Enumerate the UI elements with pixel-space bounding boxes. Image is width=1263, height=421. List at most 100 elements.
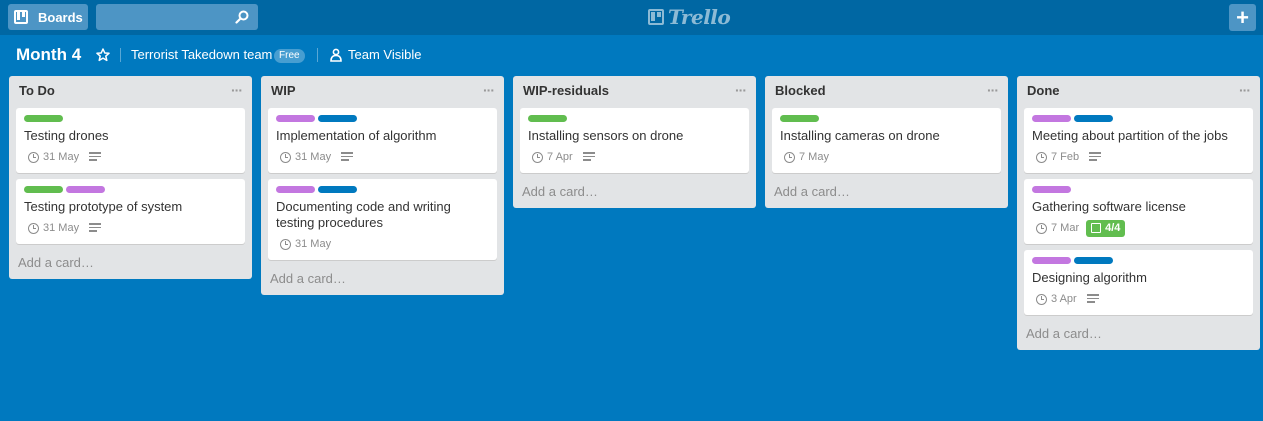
list-header[interactable]: Blocked ··· [765,76,1008,105]
due-date: 7 May [799,151,829,163]
label-blue [1074,115,1113,122]
header-divider [317,48,318,62]
description-icon [341,152,354,162]
boards-button[interactable]: Boards [8,4,88,30]
due-date: 31 May [43,222,80,234]
clock-icon [280,238,291,250]
clock-icon [784,151,795,163]
label-blue [318,115,357,122]
list-title: WIP [271,83,296,98]
visibility-button[interactable]: Team Visible [348,47,421,62]
card-labels [276,115,489,122]
card[interactable]: Implementation of algorithm 31 May [268,108,497,173]
clock-icon [532,151,543,163]
card[interactable]: Installing cameras on drone 7 May [772,108,1001,173]
card-badges: 7 Mar 4/4 [1032,219,1245,237]
due-date: 7 Apr [547,151,573,163]
card[interactable]: Designing algorithm 3 Apr [1024,250,1253,315]
list-blocked: Blocked ··· Installing cameras on drone … [765,76,1008,208]
card-title: Documenting code and writing testing pro… [276,199,451,230]
list-to-do: To Do ··· Testing drones 31 May Testing … [9,76,252,279]
list-menu-icon[interactable]: ··· [231,82,243,98]
due-date: 31 May [295,151,332,163]
header-divider [120,48,121,62]
label-green [780,115,819,122]
search-box[interactable] [96,4,258,30]
label-purple [1032,115,1071,122]
checkbox-icon [1091,223,1102,233]
card[interactable]: Installing sensors on drone 7 Apr [520,108,749,173]
card-labels [276,186,489,193]
add-button[interactable]: + [1229,4,1256,31]
checklist-badge: 4/4 [1086,219,1126,237]
list-done: Done ··· Meeting about partition of the … [1017,76,1260,350]
label-green [528,115,567,122]
add-card-button[interactable]: Add a card… [261,266,504,295]
card-badges: 31 May [276,149,489,165]
search-input[interactable] [96,4,258,30]
card-badges: 3 Apr [1032,291,1245,307]
description-icon [1086,294,1099,304]
label-green [24,186,63,193]
label-purple [1032,257,1071,264]
due-date-badge: 3 Apr [1036,293,1077,305]
card[interactable]: Gathering software license 7 Mar 4/4 [1024,179,1253,244]
add-card-button[interactable]: Add a card… [513,179,756,208]
trello-logo-text: Trello [668,5,731,29]
card-labels [24,115,237,122]
clock-icon [1036,293,1047,305]
list-header[interactable]: WIP ··· [261,76,504,105]
card-title: Testing drones [24,128,109,143]
description-icon [582,152,595,162]
list-menu-icon[interactable]: ··· [735,82,747,98]
due-date: 7 Mar [1051,222,1080,234]
list-title: To Do [19,83,55,98]
list-menu-icon[interactable]: ··· [987,82,999,98]
list-menu-icon[interactable]: ··· [1239,82,1251,98]
add-card-button[interactable]: Add a card… [9,250,252,279]
list-wip-residuals: WIP-residuals ··· Installing sensors on … [513,76,756,208]
list-header[interactable]: WIP-residuals ··· [513,76,756,105]
card-labels [528,115,741,122]
due-date: 31 May [43,151,80,163]
card[interactable]: Documenting code and writing testing pro… [268,179,497,260]
due-date-badge: 7 Apr [532,151,573,163]
star-icon[interactable] [96,48,110,62]
card-labels [1032,186,1245,193]
card[interactable]: Meeting about partition of the jobs 7 Fe… [1024,108,1253,173]
card-labels [24,186,237,193]
due-date: 3 Apr [1051,293,1077,305]
card-badges: 31 May [24,149,237,165]
add-card-button[interactable]: Add a card… [765,179,1008,208]
card-badges: 7 Feb [1032,149,1245,165]
trello-logo-icon [648,9,664,25]
description-icon [1089,152,1102,162]
due-date-badge: 7 Feb [1036,151,1079,163]
trello-logo[interactable]: Trello [648,5,731,29]
list-title: WIP-residuals [523,83,609,98]
due-date: 7 Feb [1051,151,1080,163]
board-title[interactable]: Month 4 [16,45,81,65]
list-header[interactable]: To Do ··· [9,76,252,105]
label-blue [318,186,357,193]
card[interactable]: Testing drones 31 May [16,108,245,173]
description-icon [89,223,102,233]
card-labels [780,115,993,122]
card-title: Installing cameras on drone [780,128,940,143]
card-labels [1032,257,1245,264]
list-header[interactable]: Done ··· [1017,76,1260,105]
search-icon[interactable] [235,10,249,24]
due-date-badge: 31 May [280,238,331,250]
card-title: Testing prototype of system [24,199,183,214]
list-menu-icon[interactable]: ··· [483,82,495,98]
label-green [24,115,63,122]
board-header: Month 4 Terrorist Takedown team Free Tea… [0,40,1263,70]
label-purple [66,186,105,193]
team-icon [330,48,342,62]
label-blue [1074,257,1113,264]
due-date-badge: 31 May [28,151,79,163]
card[interactable]: Testing prototype of system 31 May [16,179,245,244]
add-card-button[interactable]: Add a card… [1017,321,1260,350]
card-title: Installing sensors on drone [528,128,684,143]
team-name[interactable]: Terrorist Takedown team [131,47,272,62]
